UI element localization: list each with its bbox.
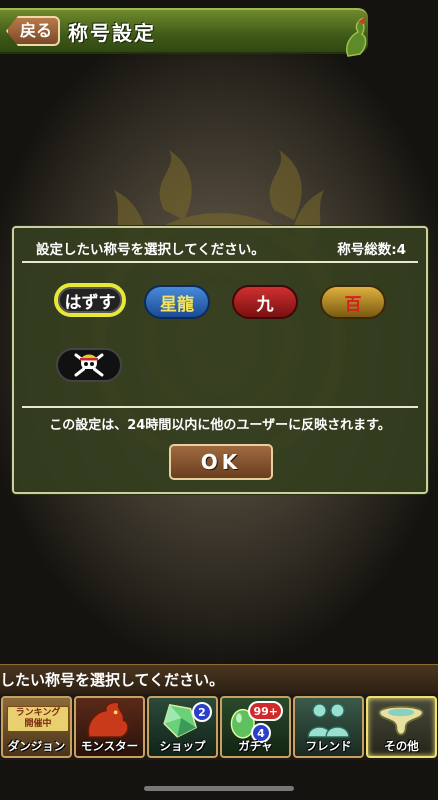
- title-option-hazusu[interactable]: はずす: [54, 283, 126, 317]
- home-indicator[interactable]: [144, 786, 294, 791]
- dragon-monster-icon: [87, 701, 129, 738]
- tab-monster[interactable]: モンスター: [74, 696, 145, 758]
- bottom-tab-bar: ランキング 開催中 ダンジョン モンスター 2 ショップ 99+ 4 ガチャ フ…: [0, 694, 438, 760]
- divider: [22, 261, 418, 263]
- screen: 戻る 称号設定 設定したい称号を選択してください。 称号総数:4 はずす 星龍 …: [0, 0, 438, 800]
- tab-label: モンスター: [80, 739, 139, 753]
- title-count: 称号総数:4: [337, 242, 406, 258]
- page-title: 称号設定: [68, 21, 156, 45]
- dialog-prompt: 設定したい称号を選択してください。: [36, 242, 265, 258]
- tab-gacha[interactable]: 99+ 4 ガチャ: [220, 696, 291, 758]
- skull-crossbones-icon: [74, 353, 104, 377]
- scroll-other-icon: [378, 705, 424, 736]
- tab-label: ショップ: [159, 739, 206, 753]
- divider: [22, 406, 418, 408]
- message-ticker: したい称号を選択してください。: [0, 664, 438, 694]
- tab-dungeon[interactable]: ランキング 開催中 ダンジョン: [1, 696, 72, 758]
- title-option-ku[interactable]: 九: [232, 285, 298, 319]
- ok-button[interactable]: OK: [169, 444, 273, 480]
- tab-friend[interactable]: フレンド: [293, 696, 364, 758]
- friends-icon: [307, 703, 350, 738]
- tab-label: ガチャ: [238, 739, 273, 753]
- title-option-skull[interactable]: [56, 348, 122, 382]
- header-bar: 戻る 称号設定: [0, 8, 368, 57]
- title-option-hyaku[interactable]: 百: [320, 285, 386, 319]
- title-option-seiryu[interactable]: 星龍: [144, 285, 210, 319]
- tab-shop[interactable]: 2 ショップ: [147, 696, 218, 758]
- dragon-ornament-icon: [346, 16, 367, 57]
- ranking-banner: ランキング 開催中: [7, 706, 69, 732]
- tab-label: フレンド: [305, 739, 352, 753]
- back-button[interactable]: 戻る: [6, 16, 60, 46]
- notification-badge: 2: [192, 702, 212, 722]
- tab-label: ダンジョン: [7, 739, 66, 753]
- dialog-notice: この設定は、24時間以内に他のユーザーに反映されます。: [49, 418, 391, 433]
- notification-badge: 99+: [248, 701, 283, 721]
- title-select-dialog: 設定したい称号を選択してください。 称号総数:4 はずす 星龍 九 百 この設定…: [12, 226, 428, 494]
- tab-other[interactable]: その他: [366, 696, 437, 758]
- tab-label: その他: [384, 739, 419, 753]
